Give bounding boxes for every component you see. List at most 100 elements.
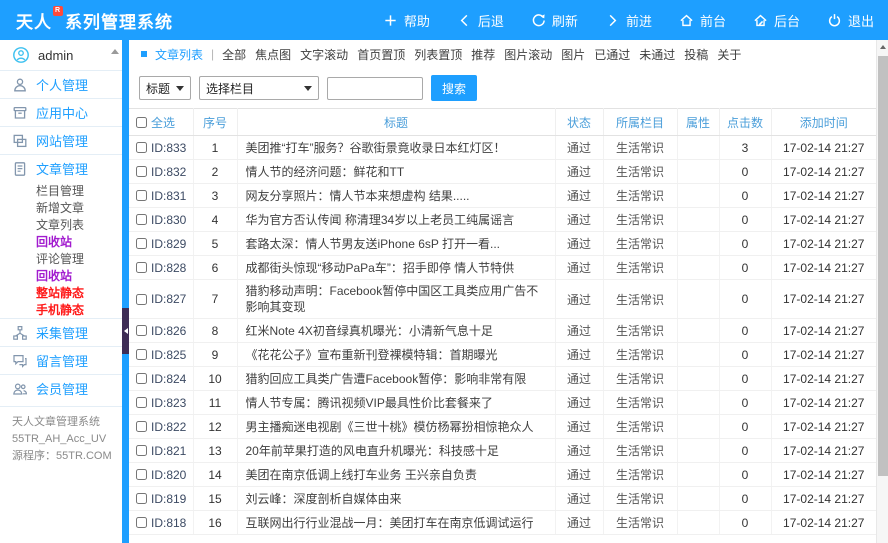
row-title-link[interactable]: 成都街头惊现“移动PaPa车”：招手即停 情人节特供: [246, 261, 515, 275]
row-checkbox[interactable]: [136, 166, 147, 177]
row-checkbox[interactable]: [136, 373, 147, 384]
filter-tab[interactable]: 未通过: [639, 46, 675, 63]
row-checkbox[interactable]: [136, 293, 147, 305]
sidebar-item[interactable]: admin: [0, 40, 122, 70]
row-checkbox[interactable]: [136, 349, 147, 360]
filter-tab[interactable]: 推荐: [471, 46, 495, 63]
row-category-link[interactable]: 生活常识: [616, 324, 664, 338]
filter-tab[interactable]: 投稿: [684, 46, 708, 63]
sidebar-splitter[interactable]: [122, 40, 129, 543]
sidebar-item[interactable]: 文章管理: [0, 154, 122, 182]
header-menu-item[interactable]: 退出: [827, 11, 874, 30]
search-input[interactable]: [327, 76, 423, 100]
row-title-link[interactable]: 情人节的经济问题：鲜花和TT: [246, 165, 405, 179]
sidebar-item[interactable]: 栏目管理: [0, 182, 122, 199]
filter-tab[interactable]: 列表置顶: [414, 46, 462, 63]
row-checkbox[interactable]: [136, 190, 147, 201]
row-checkbox[interactable]: [136, 325, 147, 336]
sidebar-item[interactable]: 评论管理: [0, 250, 122, 267]
sidebar-item[interactable]: 回收站: [0, 233, 122, 250]
row-title-link[interactable]: 互联网出行行业混战一月：美团打车在南京低调试运行: [246, 516, 534, 530]
header-menu-item[interactable]: 前进: [605, 11, 652, 30]
row-title-link[interactable]: 红米Note 4X初音绿真机曝光：小清新气息十足: [246, 324, 493, 338]
row-title-link[interactable]: 猎豹移动声明：Facebook暂停中国区工具类应用广告不影响其变现: [246, 284, 539, 314]
sidebar-scroll-up-icon[interactable]: [111, 45, 119, 54]
header-menu-item[interactable]: 前台: [679, 11, 726, 30]
row-category-link[interactable]: 生活常识: [616, 293, 664, 307]
filter-tab[interactable]: 焦点图: [255, 46, 291, 63]
sidebar-item[interactable]: 手机静态: [0, 301, 122, 318]
header-menu-item[interactable]: 后台: [753, 11, 800, 30]
row-title-link[interactable]: 刘云峰：深度剖析自媒体由来: [246, 492, 402, 506]
row-title-link[interactable]: 《花花公子》宣布重新刊登裸模特辑：首期曝光: [246, 348, 498, 362]
sidebar-item[interactable]: 会员管理: [0, 374, 122, 402]
row-category-link[interactable]: 生活常识: [616, 348, 664, 362]
row-checkbox[interactable]: [136, 469, 147, 480]
filter-tab[interactable]: 已通过: [594, 46, 630, 63]
sidebar-item[interactable]: 采集管理: [0, 318, 122, 346]
filter-tab[interactable]: 图片滚动: [504, 46, 552, 63]
sidebar-collapse-handle[interactable]: [122, 308, 129, 354]
search-field-select[interactable]: 标题: [139, 76, 191, 100]
row-checkbox[interactable]: [136, 445, 147, 456]
filter-tab[interactable]: 图片: [561, 46, 585, 63]
header-menu-item[interactable]: 刷新: [531, 11, 578, 30]
sidebar-item[interactable]: 新增文章: [0, 199, 122, 216]
row-checkbox[interactable]: [136, 493, 147, 504]
sidebar-footer: 天人文章管理系统 55TR_AH_Acc_UV 源程序：55TR.COM: [0, 406, 122, 465]
row-title-link[interactable]: 20年前苹果打造的风电直升机曝光：科技感十足: [246, 444, 499, 458]
filter-tab[interactable]: 全部: [222, 46, 246, 63]
row-checkbox[interactable]: [136, 517, 147, 528]
row-checkbox[interactable]: [136, 397, 147, 408]
scrollbar-thumb[interactable]: [878, 56, 888, 476]
sidebar-item[interactable]: 网站管理: [0, 126, 122, 154]
select-all-checkbox[interactable]: [136, 116, 147, 128]
row-category-link[interactable]: 生活常识: [616, 141, 664, 155]
row-category-link[interactable]: 生活常识: [616, 261, 664, 275]
row-status: 通过: [555, 135, 604, 160]
row-category-link[interactable]: 生活常识: [616, 237, 664, 251]
row-category-link[interactable]: 生活常识: [616, 420, 664, 434]
row-title-link[interactable]: 华为官方否认传闻 称清理34岁以上老员工纯属谣言: [246, 213, 515, 227]
row-title-link[interactable]: 情人节专属：腾讯视频VIP最具性价比套餐来了: [246, 396, 493, 410]
row-checkbox[interactable]: [136, 214, 147, 225]
row-checkbox[interactable]: [136, 238, 147, 249]
vertical-scrollbar[interactable]: [876, 40, 888, 543]
scroll-up-arrow-icon[interactable]: [877, 40, 888, 54]
row-clicks: 0: [719, 159, 772, 184]
row-checkbox[interactable]: [136, 142, 147, 153]
search-button[interactable]: 搜索: [431, 75, 477, 101]
header-menu-item[interactable]: 后退: [457, 11, 504, 30]
sidebar-item[interactable]: 回收站: [0, 267, 122, 284]
filter-tab[interactable]: 关于: [717, 46, 741, 63]
row-title-link[interactable]: 美团推“打车”服务？谷歌街景竟收录日本红灯区！: [246, 141, 506, 155]
column-select[interactable]: 选择栏目: [199, 76, 319, 100]
row-category-link[interactable]: 生活常识: [616, 516, 664, 530]
row-title-link[interactable]: 美团在南京低调上线打车业务 王兴亲自负责: [246, 468, 477, 482]
select-all[interactable]: 全选: [136, 114, 193, 131]
filter-tab[interactable]: 文字滚动: [300, 46, 348, 63]
row-category-link[interactable]: 生活常识: [616, 165, 664, 179]
sidebar-item[interactable]: 应用中心: [0, 98, 122, 126]
row-category-link[interactable]: 生活常识: [616, 189, 664, 203]
sidebar-item[interactable]: 文章列表: [0, 216, 122, 233]
row-title-link[interactable]: 套路太深：情人节男友送iPhone 6sP 打开一看...: [246, 237, 501, 251]
sidebar-item[interactable]: 整站静态: [0, 284, 122, 301]
sidebar-item[interactable]: 留言管理: [0, 346, 122, 374]
row-title-link[interactable]: 猎豹回应工具类广告遭Facebook暂停：影响非常有限: [246, 372, 527, 386]
row-category-link[interactable]: 生活常识: [616, 492, 664, 506]
filter-tab[interactable]: 首页置顶: [357, 46, 405, 63]
header-menu-item[interactable]: 帮助: [383, 11, 430, 30]
row-title-link[interactable]: 男主播痴迷电视剧《三世十桃》模仿杨幂扮相惊艳众人: [246, 420, 534, 434]
row-category-link[interactable]: 生活常识: [616, 468, 664, 482]
row-status: 通过: [555, 366, 604, 391]
row-checkbox[interactable]: [136, 421, 147, 432]
row-checkbox[interactable]: [136, 262, 147, 273]
sidebar-item-label: 回收站: [36, 269, 73, 283]
row-category-link[interactable]: 生活常识: [616, 213, 664, 227]
row-category-link[interactable]: 生活常识: [616, 444, 664, 458]
sidebar-item[interactable]: 个人管理: [0, 70, 122, 98]
row-category-link[interactable]: 生活常识: [616, 372, 664, 386]
row-title-link[interactable]: 网友分享照片：情人节本来想虚构 结果.....: [246, 189, 470, 203]
row-category-link[interactable]: 生活常识: [616, 396, 664, 410]
